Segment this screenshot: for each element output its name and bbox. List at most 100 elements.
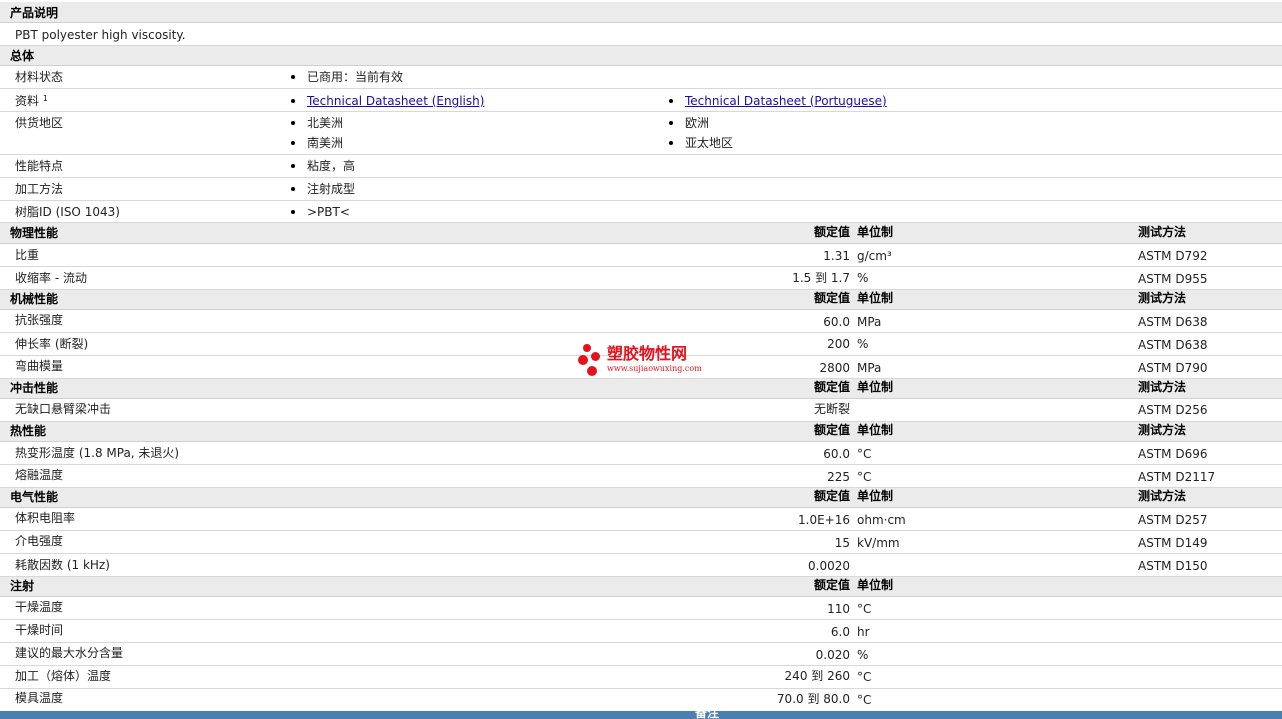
material-status-row: 材料状态 已商用：当前有效 bbox=[0, 66, 1282, 89]
supply-region-item: 南美洲 bbox=[291, 135, 343, 151]
unit-header: 单位制 bbox=[857, 291, 894, 305]
test-method-header: 测试方法 bbox=[1138, 225, 1187, 239]
rated-value-header: 额定值 bbox=[813, 578, 850, 592]
property-value: 无断裂 bbox=[813, 402, 850, 416]
property-value: 225 bbox=[827, 470, 850, 484]
property-label: 熔融温度 bbox=[15, 468, 64, 482]
property-unit: hr bbox=[857, 625, 870, 639]
table-row: 干燥温度 110 °C bbox=[0, 597, 1282, 620]
section-title: 产品说明 bbox=[10, 6, 59, 20]
processing-row: 加工方法 注射成型 bbox=[0, 178, 1282, 201]
test-method: ASTM D790 bbox=[1138, 361, 1208, 375]
property-unit: ohm·cm bbox=[857, 513, 906, 527]
bullet-icon bbox=[291, 209, 295, 214]
test-method-header: 测试方法 bbox=[1138, 380, 1187, 394]
property-label: 介电强度 bbox=[15, 534, 64, 548]
section-title: 物理性能 bbox=[10, 226, 59, 240]
table-row: 干燥时间 6.0 hr bbox=[0, 620, 1282, 643]
section-header-general: 总体 bbox=[0, 46, 1282, 66]
rated-value-header: 额定值 bbox=[813, 489, 850, 503]
test-method: ASTM D638 bbox=[1138, 315, 1208, 329]
test-method: ASTM D150 bbox=[1138, 559, 1208, 573]
section-header-thermal: 热性能 额定值 单位制 测试方法 bbox=[0, 422, 1282, 442]
property-label: 模具温度 bbox=[15, 691, 64, 705]
bullet-icon bbox=[291, 163, 295, 168]
section-header-electrical: 电气性能 额定值 单位制 测试方法 bbox=[0, 488, 1282, 508]
technical-datasheet-english-link[interactable]: Technical Datasheet (English) bbox=[307, 94, 484, 108]
unit-header: 单位制 bbox=[857, 225, 894, 239]
test-method: ASTM D638 bbox=[1138, 338, 1208, 352]
table-row: 耗散因数 (1 kHz) 0.0020 ASTM D150 bbox=[0, 554, 1282, 577]
property-label: 热变形温度 (1.8 MPa, 未退火) bbox=[15, 446, 180, 460]
table-row: 比重 1.31 g/cm³ ASTM D792 bbox=[0, 244, 1282, 267]
supply-region-item: 北美洲 bbox=[291, 115, 343, 131]
technical-datasheet-portuguese-link[interactable]: Technical Datasheet (Portuguese) bbox=[685, 94, 887, 108]
rated-value-header: 额定值 bbox=[813, 225, 850, 239]
table-row: 建议的最大水分含量 0.020 % bbox=[0, 643, 1282, 666]
property-label: 加工方法 bbox=[15, 182, 64, 196]
property-unit: g/cm³ bbox=[857, 249, 892, 263]
property-unit: MPa bbox=[857, 361, 882, 375]
property-unit: °C bbox=[857, 670, 872, 684]
notes-header-bar: 备注 bbox=[0, 711, 1282, 719]
property-label: 无缺口悬臂梁冲击 bbox=[15, 402, 112, 416]
logo-dot-icon bbox=[591, 352, 600, 361]
table-row: 介电强度 15 kV/mm ASTM D149 bbox=[0, 531, 1282, 554]
property-unit: kV/mm bbox=[857, 536, 900, 550]
property-value: 240 到 260 bbox=[784, 669, 850, 683]
unit-header: 单位制 bbox=[857, 423, 894, 437]
unit-header: 单位制 bbox=[857, 578, 894, 592]
property-label: 干燥温度 bbox=[15, 600, 64, 614]
section-title: 冲击性能 bbox=[10, 381, 59, 395]
product-description-text: PBT polyester high viscosity. bbox=[15, 28, 186, 42]
section-title: 热性能 bbox=[10, 424, 47, 438]
property-label: 耗散因数 (1 kHz) bbox=[15, 558, 110, 572]
property-value: 6.0 bbox=[830, 625, 850, 639]
logo-dot-icon bbox=[578, 355, 588, 365]
table-row: 无缺口悬臂梁冲击 无断裂 ASTM D256 bbox=[0, 399, 1282, 422]
property-value: 60.0 bbox=[823, 315, 850, 329]
property-value: 已商用：当前有效 bbox=[291, 69, 403, 85]
property-unit: °C bbox=[857, 447, 872, 461]
table-row: 收缩率 - 流动 1.5 到 1.7 % ASTM D955 bbox=[0, 267, 1282, 290]
property-label: 树脂ID (ISO 1043) bbox=[15, 205, 120, 219]
test-method: ASTM D256 bbox=[1138, 403, 1208, 417]
bullet-icon bbox=[291, 120, 295, 125]
section-header-physical: 物理性能 额定值 单位制 测试方法 bbox=[0, 223, 1282, 244]
property-unit: °C bbox=[857, 470, 872, 484]
property-value: 0.020 bbox=[815, 648, 850, 662]
rated-value-header: 额定值 bbox=[813, 291, 850, 305]
test-method-header: 测试方法 bbox=[1138, 291, 1187, 305]
supply-region-item: 欧洲 bbox=[669, 115, 709, 131]
product-description-row: PBT polyester high viscosity. bbox=[0, 23, 1282, 46]
property-label: 材料状态 bbox=[15, 70, 64, 84]
property-label: 比重 bbox=[15, 248, 40, 262]
property-unit: °C bbox=[857, 693, 872, 707]
bullet-icon bbox=[669, 120, 673, 125]
section-title: 电气性能 bbox=[10, 490, 59, 504]
property-unit: % bbox=[857, 337, 869, 351]
table-row: 热变形温度 (1.8 MPa, 未退火) 60.0 °C ASTM D696 bbox=[0, 442, 1282, 465]
property-value: 2800 bbox=[819, 361, 850, 375]
property-unit: °C bbox=[857, 602, 872, 616]
property-label: 体积电阻率 bbox=[15, 511, 76, 525]
property-value: 70.0 到 80.0 bbox=[776, 692, 850, 706]
document-link-english-item: Technical Datasheet (English) bbox=[291, 93, 484, 109]
table-row: 体积电阻率 1.0E+16 ohm·cm ASTM D257 bbox=[0, 508, 1282, 531]
property-value: 60.0 bbox=[823, 447, 850, 461]
footnote-marker: 1 bbox=[42, 94, 48, 103]
property-label: 性能特点 bbox=[15, 159, 64, 173]
resin-id-row: 树脂ID (ISO 1043) >PBT< bbox=[0, 201, 1282, 223]
property-value: 110 bbox=[827, 602, 850, 616]
features-row: 性能特点 粘度，高 bbox=[0, 155, 1282, 178]
logo-dot-icon bbox=[583, 344, 591, 352]
section-header-mechanical: 机械性能 额定值 单位制 测试方法 bbox=[0, 290, 1282, 310]
test-method: ASTM D257 bbox=[1138, 513, 1208, 527]
section-title: 注射 bbox=[10, 579, 35, 593]
property-value: 粘度，高 bbox=[291, 158, 355, 174]
documents-row: 资料 1 Technical Datasheet (English) Techn… bbox=[0, 89, 1282, 112]
property-label: 弯曲模量 bbox=[15, 359, 64, 373]
table-row: 抗张强度 60.0 MPa ASTM D638 bbox=[0, 310, 1282, 333]
test-method-header: 测试方法 bbox=[1138, 423, 1187, 437]
rated-value-header: 额定值 bbox=[813, 423, 850, 437]
